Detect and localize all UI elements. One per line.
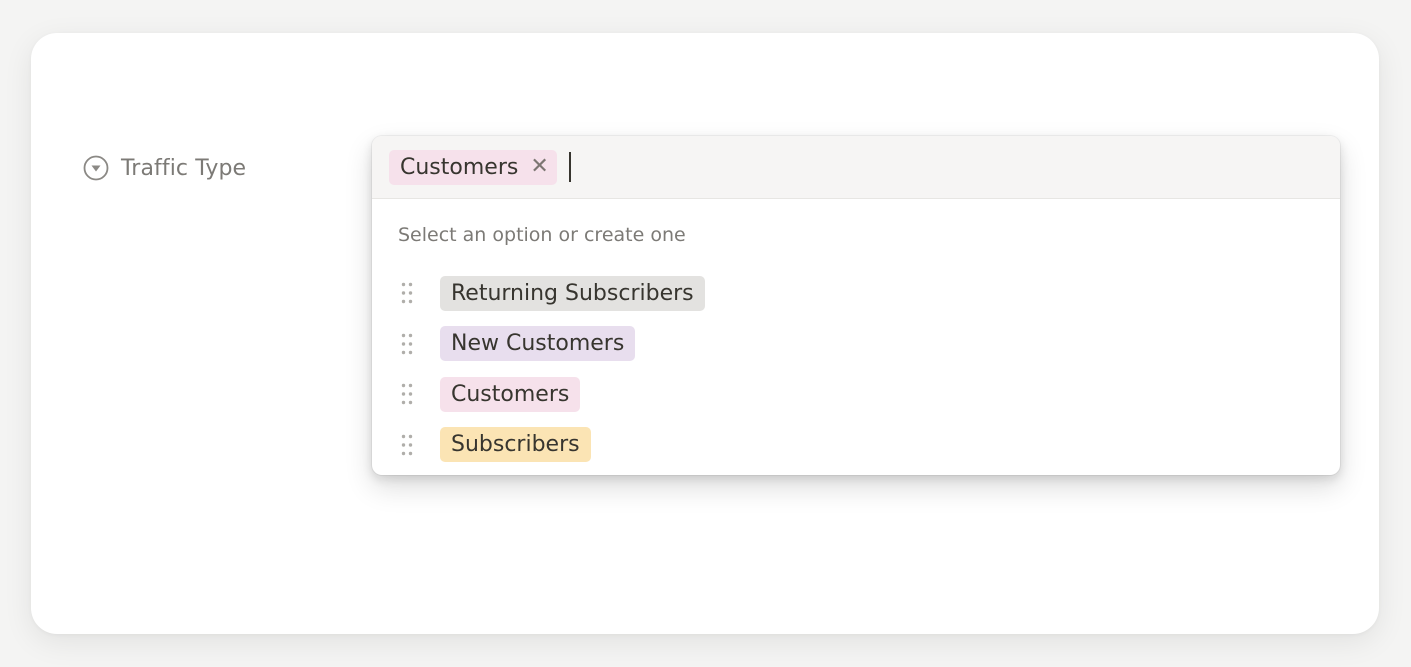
option-tag: Subscribers <box>440 427 591 463</box>
drag-handle-icon[interactable] <box>399 382 415 406</box>
text-caret <box>568 152 571 182</box>
select-hint: Select an option or create one <box>398 224 686 246</box>
drag-handle-icon[interactable] <box>399 281 415 305</box>
option-new-customers[interactable]: New Customers <box>399 319 705 370</box>
property-card: Traffic Type Customers ✕ Select an optio… <box>31 33 1379 634</box>
select-dropdown: Customers ✕ Select an option or create o… <box>372 136 1340 475</box>
option-tag: Customers <box>440 376 581 412</box>
drag-handle-icon[interactable] <box>399 433 415 457</box>
option-tag: New Customers <box>440 326 636 362</box>
property-traffic-type[interactable]: Traffic Type <box>83 155 246 181</box>
selected-tag-customers: Customers ✕ <box>389 149 557 185</box>
drag-handle-icon[interactable] <box>399 332 415 356</box>
options-list: Returning Subscribers New Customers Cust… <box>399 268 705 470</box>
circle-chevron-down-icon <box>83 155 109 181</box>
select-search-input[interactable]: Customers ✕ <box>372 136 1340 199</box>
option-customers[interactable]: Customers <box>399 369 705 420</box>
option-tag: Returning Subscribers <box>440 275 705 311</box>
option-subscribers[interactable]: Subscribers <box>399 420 705 471</box>
selected-tag-label: Customers <box>400 154 519 180</box>
property-label: Traffic Type <box>121 155 247 181</box>
option-returning-subscribers[interactable]: Returning Subscribers <box>399 268 705 319</box>
close-icon[interactable]: ✕ <box>530 156 548 178</box>
